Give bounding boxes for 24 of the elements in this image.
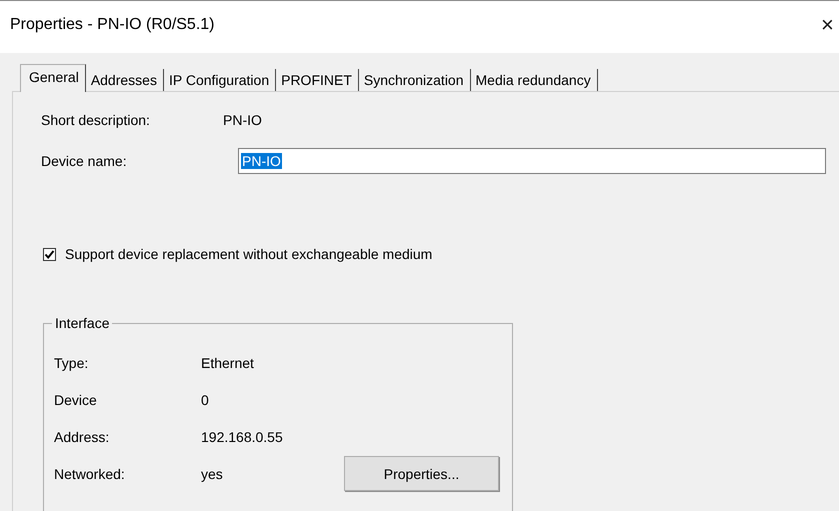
short-description-label: Short description: [41, 112, 151, 128]
checkbox[interactable] [43, 248, 56, 260]
device-name-label: Device name: [41, 153, 128, 169]
window-title: Properties - PN-IO (R0/S5.1) [10, 16, 214, 34]
checkbox-label: Support device replacement without exchangeable medium [65, 246, 432, 262]
field-label: Address: [54, 428, 110, 444]
tab[interactable]: Media redundancy [470, 69, 598, 91]
field-value: yes [201, 466, 224, 482]
tab[interactable]: General [20, 64, 86, 92]
tab[interactable]: PROFINET [276, 69, 359, 91]
tab[interactable]: Addresses [86, 69, 164, 91]
tab[interactable]: IP Configuration [164, 69, 276, 91]
short-description-value: PN-IO [223, 112, 262, 128]
field-value: 0 [201, 392, 210, 408]
close-icon[interactable]: × [821, 14, 835, 36]
field-label: Networked: [54, 466, 126, 482]
field-value: 192.168.0.55 [201, 428, 284, 444]
field-label: Type: [54, 354, 90, 370]
group-title: Interface [52, 315, 112, 331]
properties-button[interactable]: Properties... [344, 456, 499, 491]
device-name-field[interactable]: PN-IO [238, 148, 826, 174]
field-value: Ethernet [201, 354, 255, 370]
tab[interactable]: Synchronization [358, 69, 471, 91]
field-label: Device [54, 392, 98, 408]
